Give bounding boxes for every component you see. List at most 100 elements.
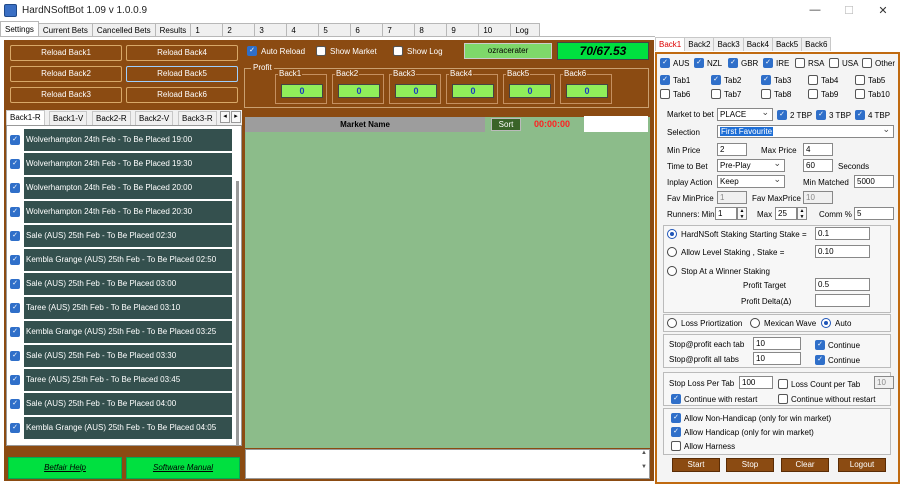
list-item[interactable]: ✓ Sale (AUS) 25th Feb - To Be Placed 03:0… — [10, 273, 232, 295]
list-item[interactable]: ✓ Kembla Grange (AUS) 25th Feb - To Be Pl… — [10, 249, 232, 271]
hardnsoft-staking-radio[interactable]: HardNSoft Staking Starting Stake = — [667, 229, 807, 239]
list-item[interactable]: ✓ Kembla Grange (AUS) 25th Feb - To Be Pl… — [10, 321, 232, 343]
stepper-down-icon[interactable]: ▼ — [798, 214, 806, 220]
list-item[interactable]: ✓ Wolverhampton 24th Feb - To Be Placed 2… — [10, 201, 232, 223]
selection-select[interactable]: First Favourite — [717, 125, 894, 138]
tab-current-bets[interactable]: Current Bets — [37, 23, 93, 37]
reload-back1-button[interactable]: Reload Back1 — [10, 45, 122, 61]
tab-settings[interactable]: Settings — [0, 21, 39, 37]
continue-norestart-checkbox[interactable]: Continue without restart — [778, 394, 876, 404]
profit-delta-input[interactable] — [815, 294, 870, 307]
country-nzl[interactable]: ✓ NZL — [694, 58, 722, 68]
checkbox[interactable]: ✓ — [10, 375, 20, 385]
close-button[interactable]: ✕ — [866, 0, 900, 20]
tab-2[interactable]: 2 — [222, 23, 256, 37]
checkbox[interactable]: ✓ — [671, 427, 681, 437]
min-price-input[interactable]: 2 — [717, 143, 747, 156]
country-ire[interactable]: ✓ IRE — [763, 58, 789, 68]
reload-back5-button[interactable]: Reload Back5 — [126, 66, 238, 82]
list-item[interactable]: ✓ Wolverhampton 24th Feb - To Be Placed 2… — [10, 177, 232, 199]
list-item[interactable]: ✓ Kembla Grange (AUS) 25th Feb - To Be Pl… — [10, 417, 232, 439]
checkbox[interactable]: ✓ — [660, 75, 670, 85]
country-gbr[interactable]: ✓ GBR — [728, 58, 758, 68]
checkbox[interactable]: ✓ — [694, 58, 704, 68]
stop-loss-input[interactable]: 100 — [739, 376, 773, 389]
stop-button[interactable]: Stop — [726, 458, 774, 472]
tab-10[interactable]: 10 — [478, 23, 512, 37]
min-matched-input[interactable]: 5000 — [854, 175, 894, 188]
scroll-down-icon[interactable]: ▼ — [639, 464, 649, 470]
checkbox[interactable] — [393, 46, 403, 56]
checkbox[interactable] — [778, 394, 788, 404]
tab-8[interactable]: 8 — [414, 23, 448, 37]
country-usa[interactable]: USA — [829, 58, 858, 68]
rtab-back4[interactable]: Back4 — [742, 37, 773, 51]
country-aus[interactable]: ✓ AUS — [660, 58, 689, 68]
checkbox[interactable] — [862, 58, 872, 68]
checkbox[interactable]: ✓ — [728, 58, 738, 68]
stop-profit-all-input[interactable]: 10 — [753, 352, 801, 365]
tab-3[interactable]: 3 — [254, 23, 288, 37]
list-item[interactable]: ✓ Wolverhampton 24th Feb - To Be Placed 1… — [10, 153, 232, 175]
tab-7[interactable]: 7 — [382, 23, 416, 37]
scroll-up-icon[interactable]: ▲ — [639, 450, 649, 456]
checkbox[interactable] — [671, 441, 681, 451]
allow-harness-checkbox[interactable]: Allow Harness — [671, 441, 735, 451]
checkbox[interactable]: ✓ — [10, 255, 20, 265]
tab-log[interactable]: Log — [510, 23, 541, 37]
checkbox[interactable]: ✓ — [660, 58, 670, 68]
checkbox[interactable] — [761, 89, 771, 99]
checkbox[interactable]: ✓ — [671, 413, 681, 423]
clear-button[interactable]: Clear — [781, 458, 829, 472]
radio[interactable] — [667, 266, 677, 276]
continue-each-checkbox[interactable]: ✓ Continue — [815, 340, 860, 350]
tab-9[interactable]: 9 — [446, 23, 480, 37]
checkbox[interactable]: ✓ — [761, 75, 771, 85]
tab-scroll-left-icon[interactable]: ◂ — [220, 111, 230, 123]
list-item[interactable]: ✓ Sale (AUS) 25th Feb - To Be Placed 03:3… — [10, 345, 232, 367]
checkbox[interactable]: ✓ — [815, 355, 825, 365]
checkbox[interactable]: ✓ — [10, 231, 20, 241]
continue-restart-checkbox[interactable]: ✓ Continue with restart — [671, 394, 757, 404]
checkbox[interactable] — [316, 46, 326, 56]
rtab-back1[interactable]: Back1 — [655, 37, 686, 51]
checkbox[interactable] — [808, 75, 818, 85]
level-staking-radio[interactable]: Allow Level Staking , Stake = — [667, 247, 784, 257]
profit-target-input[interactable]: 0.5 — [815, 278, 870, 291]
time-to-bet-select[interactable]: Pre-Play — [717, 159, 785, 172]
checkbox[interactable]: ✓ — [10, 207, 20, 217]
radio[interactable] — [667, 318, 677, 328]
start-button[interactable]: Start — [672, 458, 720, 472]
logout-button[interactable]: Logout — [838, 458, 886, 472]
log-textarea[interactable]: ▲ ▼ — [245, 449, 650, 479]
runners-min-input[interactable]: 1 — [715, 207, 737, 220]
checkbox[interactable]: ✓ — [10, 183, 20, 193]
stepper-down-icon[interactable]: ▼ — [738, 214, 746, 220]
checkbox[interactable]: ✓ — [10, 327, 20, 337]
list-item[interactable]: ✓ Sale (AUS) 25th Feb - To Be Placed 02:3… — [10, 225, 232, 247]
auto-radio[interactable]: Auto — [821, 318, 851, 328]
subtab-back2-v[interactable]: Back2-V — [135, 111, 174, 125]
reload-back6-button[interactable]: Reload Back6 — [126, 87, 238, 103]
checkbox[interactable]: ✓ — [763, 58, 773, 68]
list-item[interactable]: ✓ Taree (AUS) 25th Feb - To Be Placed 03:… — [10, 369, 232, 391]
market-to-bet-select[interactable]: PLACE — [717, 108, 773, 121]
stop-profit-each-input[interactable]: 10 — [753, 337, 801, 350]
mexican-wave-radio[interactable]: Mexican Wave — [750, 318, 816, 328]
radio[interactable] — [667, 247, 677, 257]
tab8-checkbox[interactable]: Tab8 — [761, 89, 791, 99]
rtab-back6[interactable]: Back6 — [801, 37, 832, 51]
maximize-button[interactable]: ☐ — [832, 0, 866, 20]
market-name-header[interactable]: Market Name — [245, 117, 485, 132]
radio[interactable] — [667, 229, 677, 239]
sort-button[interactable]: Sort — [491, 118, 521, 131]
show-market-checkbox[interactable]: Show Market — [316, 46, 377, 56]
radio[interactable] — [821, 318, 831, 328]
tab9-checkbox[interactable]: Tab9 — [808, 89, 838, 99]
tab7-checkbox[interactable]: Tab7 — [711, 89, 741, 99]
starting-stake-input[interactable]: 0.1 — [815, 227, 870, 240]
checkbox[interactable]: ✓ — [777, 110, 787, 120]
tab6-checkbox[interactable]: Tab6 — [660, 89, 690, 99]
rtab-back2[interactable]: Back2 — [684, 37, 715, 51]
tab4-checkbox[interactable]: Tab4 — [808, 75, 838, 85]
